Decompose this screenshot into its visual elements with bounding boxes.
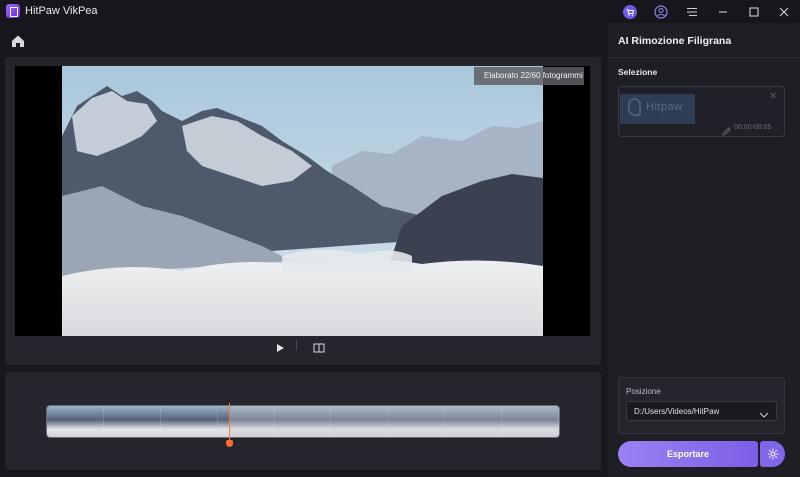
video-frame [62, 66, 543, 336]
minimize-icon[interactable] [715, 4, 731, 20]
home-icon[interactable] [10, 33, 26, 49]
close-icon[interactable] [776, 4, 792, 20]
timeline-unprocessed-overlay [230, 406, 559, 437]
remove-selection-icon[interactable]: ✕ [769, 91, 777, 102]
app-title: HitPaw VikPea [25, 5, 98, 17]
watermark-logo-icon [628, 98, 641, 116]
watermark-text: Hitpaw [646, 101, 683, 113]
timeline-thumbnail [103, 406, 161, 437]
position-label: Posizione [626, 387, 661, 396]
selection-label: Selezione [618, 67, 658, 77]
compare-view-icon[interactable] [313, 340, 325, 353]
timeline-thumbnail [160, 406, 218, 437]
chevron-down-icon[interactable] [759, 406, 769, 418]
playhead-handle[interactable] [226, 440, 233, 447]
sidebar-divider [608, 57, 800, 58]
selection-time-range: 00:00-00:05 [734, 124, 772, 131]
title-bar [0, 0, 800, 23]
playhead[interactable] [229, 403, 230, 441]
controls-divider [296, 339, 297, 350]
timeline-strip[interactable] [46, 405, 560, 438]
app-logo-icon [6, 4, 20, 18]
output-path-select[interactable]: D:/Users/Videos/HitPaw [626, 401, 777, 421]
export-button[interactable]: Esportare [618, 441, 758, 467]
preview-panel [5, 57, 601, 365]
maximize-icon[interactable] [746, 4, 762, 20]
play-icon[interactable] [275, 340, 285, 352]
processing-status: Elaborato 22/60 fotogrammi [474, 67, 584, 85]
account-icon[interactable] [653, 4, 669, 20]
panel-title: AI Rimozione Filigrana [618, 35, 732, 47]
video-stage [15, 66, 590, 336]
export-settings-icon[interactable] [760, 441, 785, 467]
cart-icon[interactable] [622, 4, 638, 20]
edit-icon[interactable] [722, 123, 731, 136]
timeline-thumbnail [47, 406, 104, 437]
menu-icon[interactable] [684, 4, 700, 20]
